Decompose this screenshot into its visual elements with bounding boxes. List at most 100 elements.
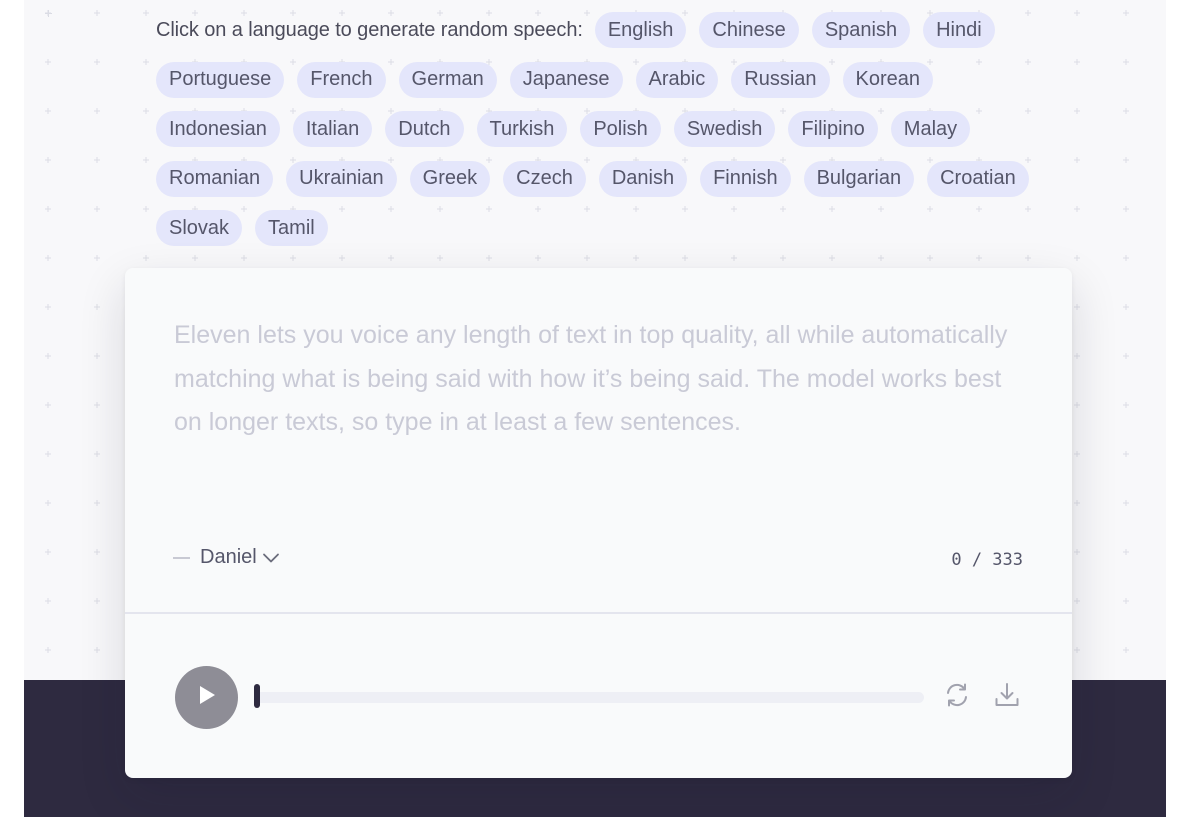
- plus-mark: [45, 108, 51, 114]
- plus-mark: [94, 304, 100, 310]
- plus-mark: [94, 206, 100, 212]
- plus-mark: [94, 108, 100, 114]
- plus-mark: [143, 157, 149, 163]
- speech-card: Daniel 0 / 333: [125, 268, 1072, 778]
- plus-mark: [1123, 304, 1129, 310]
- plus-mark: [94, 647, 100, 653]
- plus-mark: [1074, 157, 1080, 163]
- language-row: Click on a language to generate random s…: [156, 12, 1056, 48]
- plus-mark: [94, 402, 100, 408]
- language-chip-danish[interactable]: Danish: [598, 160, 688, 197]
- plus-mark: [45, 451, 51, 457]
- plus-mark: [45, 500, 51, 506]
- language-chip-malay[interactable]: Malay: [890, 111, 971, 147]
- plus-mark: [94, 598, 100, 604]
- voice-name: Daniel: [200, 546, 257, 568]
- plus-mark: [1123, 500, 1129, 506]
- plus-mark: [1123, 549, 1129, 555]
- plus-mark: [45, 549, 51, 555]
- language-chip-greek[interactable]: Greek: [409, 160, 491, 197]
- plus-mark: [143, 10, 149, 16]
- language-chip-polish[interactable]: Polish: [580, 111, 661, 147]
- plus-mark: [94, 353, 100, 359]
- language-chip-romanian[interactable]: Romanian: [156, 160, 274, 197]
- plus-mark: [45, 10, 51, 16]
- plus-mark: [1123, 451, 1129, 457]
- plus-mark: [45, 304, 51, 310]
- plus-mark: [1074, 206, 1080, 212]
- language-picker: Click on a language to generate random s…: [156, 12, 1056, 260]
- plus-mark: [1123, 353, 1129, 359]
- plus-mark: [94, 157, 100, 163]
- plus-mark: [1123, 647, 1129, 653]
- plus-mark: [1074, 59, 1080, 65]
- language-chip-tamil[interactable]: Tamil: [255, 210, 328, 246]
- language-chip-german[interactable]: German: [398, 61, 497, 98]
- plus-mark: [1123, 206, 1129, 212]
- speech-text-input[interactable]: [174, 314, 1014, 494]
- audio-progress-track[interactable]: [254, 692, 924, 703]
- plus-mark: [94, 549, 100, 555]
- play-icon: [196, 683, 218, 712]
- language-chip-turkish[interactable]: Turkish: [476, 111, 568, 147]
- language-chip-spanish[interactable]: Spanish: [811, 12, 911, 48]
- regenerate-button[interactable]: [942, 682, 972, 712]
- character-count: 0 / 333: [951, 550, 1023, 570]
- language-prompt: Click on a language to generate random s…: [156, 18, 583, 41]
- plus-mark: [1123, 108, 1129, 114]
- plus-mark: [94, 10, 100, 16]
- language-chip-hindi[interactable]: Hindi: [923, 12, 995, 48]
- language-chip-japanese[interactable]: Japanese: [509, 61, 623, 98]
- language-chip-ukrainian[interactable]: Ukrainian: [286, 160, 397, 197]
- refresh-icon: [943, 681, 971, 714]
- language-chip-chinese[interactable]: Chinese: [699, 12, 799, 48]
- download-button[interactable]: [992, 682, 1022, 712]
- voice-selector[interactable]: Daniel: [173, 546, 280, 569]
- plus-mark: [1074, 353, 1080, 359]
- language-chip-arabic[interactable]: Arabic: [635, 61, 719, 98]
- plus-mark: [1074, 500, 1080, 506]
- plus-mark: [1123, 10, 1129, 16]
- language-chip-indonesian[interactable]: Indonesian: [156, 111, 280, 147]
- plus-mark: [45, 255, 51, 261]
- language-chip-bulgarian[interactable]: Bulgarian: [803, 160, 915, 197]
- plus-mark: [45, 598, 51, 604]
- plus-mark: [45, 647, 51, 653]
- plus-mark: [1074, 108, 1080, 114]
- language-row: Indonesian Italian Dutch Turkish Polish …: [156, 111, 1056, 147]
- language-chip-croatian[interactable]: Croatian: [927, 160, 1029, 197]
- language-row: Slovak Tamil: [156, 210, 1056, 246]
- plus-mark: [45, 59, 51, 65]
- language-chip-filipino[interactable]: Filipino: [788, 111, 878, 147]
- plus-mark: [143, 255, 149, 261]
- plus-mark: [1074, 549, 1080, 555]
- language-chip-french[interactable]: French: [297, 61, 386, 98]
- plus-mark: [45, 402, 51, 408]
- plus-mark: [143, 108, 149, 114]
- language-chip-czech[interactable]: Czech: [503, 160, 586, 197]
- plus-mark: [94, 500, 100, 506]
- plus-mark: [143, 59, 149, 65]
- language-chip-russian[interactable]: Russian: [731, 61, 830, 98]
- plus-mark: [1074, 647, 1080, 653]
- plus-mark: [1074, 598, 1080, 604]
- plus-mark: [94, 59, 100, 65]
- audio-progress-handle[interactable]: [254, 684, 260, 708]
- plus-mark: [94, 451, 100, 457]
- download-icon: [993, 681, 1021, 714]
- plus-mark: [1074, 255, 1080, 261]
- language-chip-slovak[interactable]: Slovak: [156, 210, 243, 246]
- plus-mark: [1074, 10, 1080, 16]
- language-chip-korean[interactable]: Korean: [842, 61, 934, 98]
- language-chip-portuguese[interactable]: Portuguese: [156, 61, 285, 98]
- plus-mark: [1074, 451, 1080, 457]
- language-chip-swedish[interactable]: Swedish: [673, 111, 776, 147]
- plus-mark: [45, 157, 51, 163]
- plus-mark: [94, 255, 100, 261]
- language-row: Romanian Ukrainian Greek Czech Danish Fi…: [156, 160, 1056, 197]
- language-chip-english[interactable]: English: [594, 12, 687, 48]
- language-chip-italian[interactable]: Italian: [292, 111, 373, 147]
- play-button[interactable]: [175, 666, 238, 729]
- language-chip-dutch[interactable]: Dutch: [385, 111, 464, 147]
- language-chip-finnish[interactable]: Finnish: [700, 160, 791, 197]
